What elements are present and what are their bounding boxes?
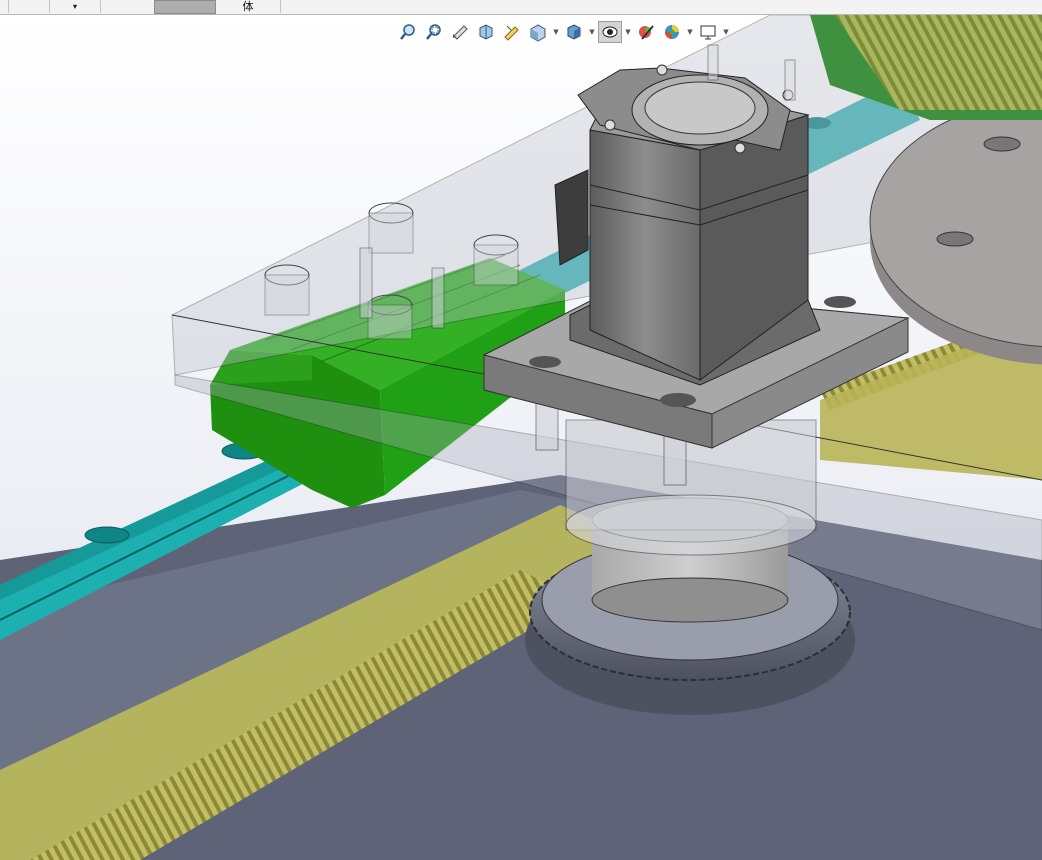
tab-empty[interactable]	[281, 0, 1042, 13]
apply-scene-button[interactable]	[660, 21, 684, 43]
apply-scene-dropdown[interactable]: ▼	[686, 28, 694, 36]
tab-body[interactable]: 体	[216, 0, 281, 13]
view-orientation-icon	[530, 24, 546, 42]
hide-show-items-dropdown[interactable]: ▼	[624, 28, 632, 36]
edit-appearance-button[interactable]	[634, 21, 658, 43]
cad-model-scene	[0, 15, 1042, 860]
zoom-to-area-icon	[426, 24, 441, 40]
section-view-icon	[479, 24, 493, 40]
tab-active[interactable]	[154, 0, 216, 14]
zoom-to-fit-icon	[400, 24, 415, 40]
edit-appearance-icon	[639, 25, 654, 40]
view-orientation-button[interactable]	[526, 21, 550, 43]
display-style-dropdown[interactable]: ▼	[588, 28, 596, 36]
hide-show-items-button[interactable]	[598, 21, 622, 43]
view-settings-button[interactable]	[696, 21, 720, 43]
tab-1[interactable]	[0, 0, 9, 13]
dynamic-annotation-view-icon	[504, 25, 519, 41]
view-settings-dropdown[interactable]: ▼	[722, 28, 730, 36]
tab-dropdown[interactable]: ▾	[50, 0, 101, 13]
zoom-to-area-button[interactable]	[422, 21, 446, 43]
hide-show-items-icon	[602, 26, 618, 38]
document-tab-bar: ▾ 体	[0, 0, 1042, 15]
previous-view-icon	[453, 25, 468, 40]
dynamic-annotation-view-button[interactable]	[500, 21, 524, 43]
heads-up-view-toolbar: ▼ ▼ ▼ ▼ ▼	[396, 21, 730, 43]
previous-view-button[interactable]	[448, 21, 472, 43]
view-orientation-dropdown[interactable]: ▼	[552, 28, 560, 36]
zoom-to-fit-button[interactable]	[396, 21, 420, 43]
display-style-button[interactable]	[562, 21, 586, 43]
tab-2[interactable]	[9, 0, 50, 13]
view-settings-icon	[700, 25, 716, 40]
display-style-icon	[567, 24, 581, 40]
graphics-area[interactable]	[0, 15, 1042, 860]
apply-scene-icon	[665, 25, 679, 39]
section-view-button[interactable]	[474, 21, 498, 43]
